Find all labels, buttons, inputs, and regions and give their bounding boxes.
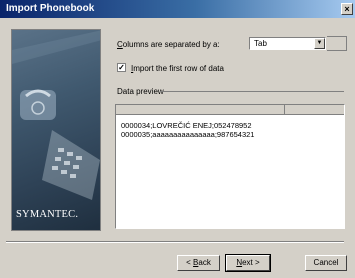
import-first-row-checkbox[interactable]: ✓ bbox=[117, 63, 126, 72]
wizard-banner-image: SYMANTEC. bbox=[11, 29, 101, 231]
back-button-arrow: < bbox=[186, 258, 194, 267]
next-button-text: ext > bbox=[242, 258, 260, 267]
close-icon[interactable]: × bbox=[341, 3, 353, 15]
import-phonebook-dialog: Import Phonebook × SYMANTEC. Columns are… bbox=[0, 0, 355, 278]
preview-row: 0000035;aaaaaaaaaaaaaaa;987654321 bbox=[121, 130, 255, 139]
dropdown-frame bbox=[327, 36, 347, 51]
phone-illustration bbox=[12, 30, 100, 200]
group-divider bbox=[160, 91, 344, 92]
preview-row: 0000034;LOVREČIĆ ENEJ;052478952 bbox=[121, 121, 252, 130]
separator-label: Columns are separated by a: bbox=[117, 40, 220, 49]
window-title: Import Phonebook bbox=[6, 3, 95, 14]
cancel-button[interactable]: Cancel bbox=[305, 255, 347, 271]
import-first-row-text: mport the first row of data bbox=[133, 64, 224, 73]
back-button-text: ack bbox=[198, 258, 211, 267]
symantec-logo: SYMANTEC. bbox=[16, 209, 79, 220]
separator-label-text: olumns are separated by a: bbox=[122, 40, 220, 49]
back-button[interactable]: < Back bbox=[177, 255, 220, 271]
chevron-down-icon[interactable]: ▼ bbox=[314, 38, 325, 49]
data-preview-heading: Data preview bbox=[117, 87, 164, 96]
separator-dropdown-value: Tab bbox=[254, 39, 267, 48]
data-preview-list[interactable]: 0000034;LOVREČIĆ ENEJ;052478952 0000035;… bbox=[115, 104, 345, 229]
preview-column-header bbox=[116, 105, 344, 115]
separator-dropdown[interactable]: Tab ▼ bbox=[249, 37, 326, 50]
preview-column[interactable] bbox=[116, 105, 285, 115]
import-first-row-label[interactable]: Import the first row of data bbox=[131, 64, 224, 73]
next-button[interactable]: Next > bbox=[225, 254, 271, 272]
title-bar: Import Phonebook × bbox=[0, 0, 355, 18]
footer-divider bbox=[6, 241, 344, 243]
